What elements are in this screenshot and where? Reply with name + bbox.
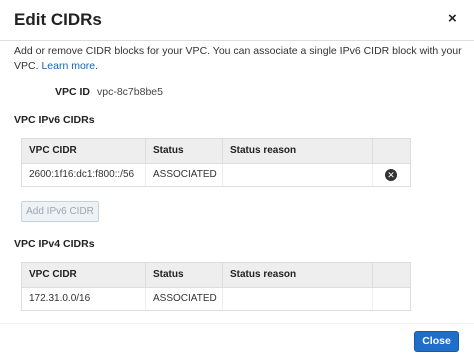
column-header-actions [373,139,410,163]
remove-circle-icon[interactable]: ✕ [385,169,397,181]
cell-cidr: 2600:1f16:dc1:f800::/56 [22,164,146,186]
cell-status: ASSOCIATED [146,164,223,186]
close-icon[interactable]: × [448,11,457,27]
column-header-vpc-cidr: VPC CIDR [22,263,146,287]
ipv4-cidr-table: VPC CIDR Status Status reason 172.31.0.0… [21,262,411,311]
description-suffix: . [95,59,99,72]
dialog-header: Edit CIDRs × [0,0,474,41]
cell-status-reason [223,288,373,310]
column-header-status: Status [146,139,223,163]
table-row: 2600:1f16:dc1:f800::/56 ASSOCIATED ✕ [22,164,410,186]
vpc-id-label: VPC ID [55,86,91,98]
column-header-status-reason: Status reason [223,263,373,287]
cell-status-reason [223,164,373,186]
cell-cidr: 172.31.0.0/16 [22,288,146,310]
edit-cidrs-dialog: Edit CIDRs × Add or remove CIDR blocks f… [0,0,474,361]
dialog-description: Add or remove CIDR blocks for your VPC. … [14,44,466,73]
footer-divider [0,323,474,324]
add-ipv6-cidr-button[interactable]: Add IPv6 CIDR [21,201,99,222]
cell-actions: ✕ [373,164,410,186]
close-button[interactable]: Close [414,331,459,352]
table-header: VPC CIDR Status Status reason [22,139,410,164]
ipv6-section-title: VPC IPv6 CIDRs [14,114,95,126]
learn-more-link[interactable]: Learn more [41,60,95,72]
column-header-status: Status [146,263,223,287]
column-header-status-reason: Status reason [223,139,373,163]
vpc-id-value: vpc-8c7b8be5 [97,86,163,98]
cell-actions [373,288,410,310]
cell-status: ASSOCIATED [146,288,223,310]
ipv6-cidr-table: VPC CIDR Status Status reason 2600:1f16:… [21,138,411,187]
dialog-title: Edit CIDRs [14,10,102,29]
column-header-vpc-cidr: VPC CIDR [22,139,146,163]
table-header: VPC CIDR Status Status reason [22,263,410,288]
ipv4-section-title: VPC IPv4 CIDRs [14,238,95,250]
column-header-actions [373,263,410,287]
table-row: 172.31.0.0/16 ASSOCIATED [22,288,410,310]
